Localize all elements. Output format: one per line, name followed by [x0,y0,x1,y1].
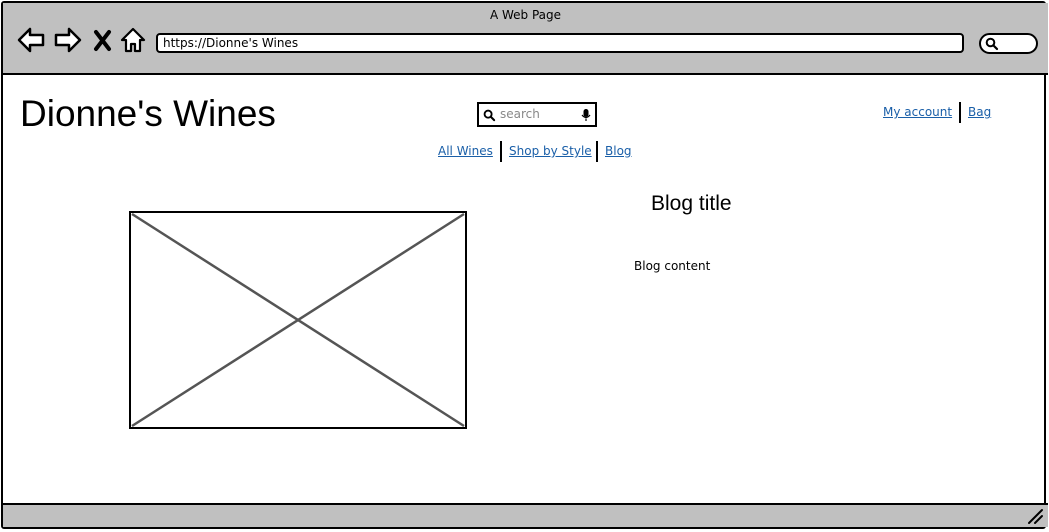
search-placeholder: search [500,107,540,121]
nav-shop-by-style[interactable]: Shop by Style [509,144,592,158]
close-x-icon[interactable] [91,25,115,55]
bag-link[interactable]: Bag [968,105,991,119]
nav-blog[interactable]: Blog [605,144,632,158]
my-account-link[interactable]: My account [883,105,952,119]
site-search-input[interactable]: search [477,102,597,127]
browser-search-box[interactable] [979,33,1038,54]
microphone-icon[interactable] [581,108,591,122]
browser-window: A Web Page https://Dionne's Wines Dionne… [1,1,1048,529]
forward-arrow-icon[interactable] [53,25,83,55]
divider [959,102,961,123]
blog-content: Blog content [634,259,711,273]
status-bar [3,503,1048,527]
back-arrow-icon[interactable] [16,25,46,55]
browser-chrome: A Web Page https://Dionne's Wines [3,3,1048,75]
window-title: A Web Page [489,8,562,22]
resize-handle-icon[interactable] [1026,507,1044,525]
site-title: Dionne's Wines [20,93,276,134]
home-icon[interactable] [119,25,147,55]
divider [500,141,502,162]
blog-title: Blog title [651,192,732,215]
url-bar[interactable]: https://Dionne's Wines [156,33,964,53]
divider [596,141,598,162]
image-placeholder [129,211,467,429]
nav-all-wines[interactable]: All Wines [438,144,493,158]
search-icon [483,109,496,122]
search-icon [985,37,999,51]
